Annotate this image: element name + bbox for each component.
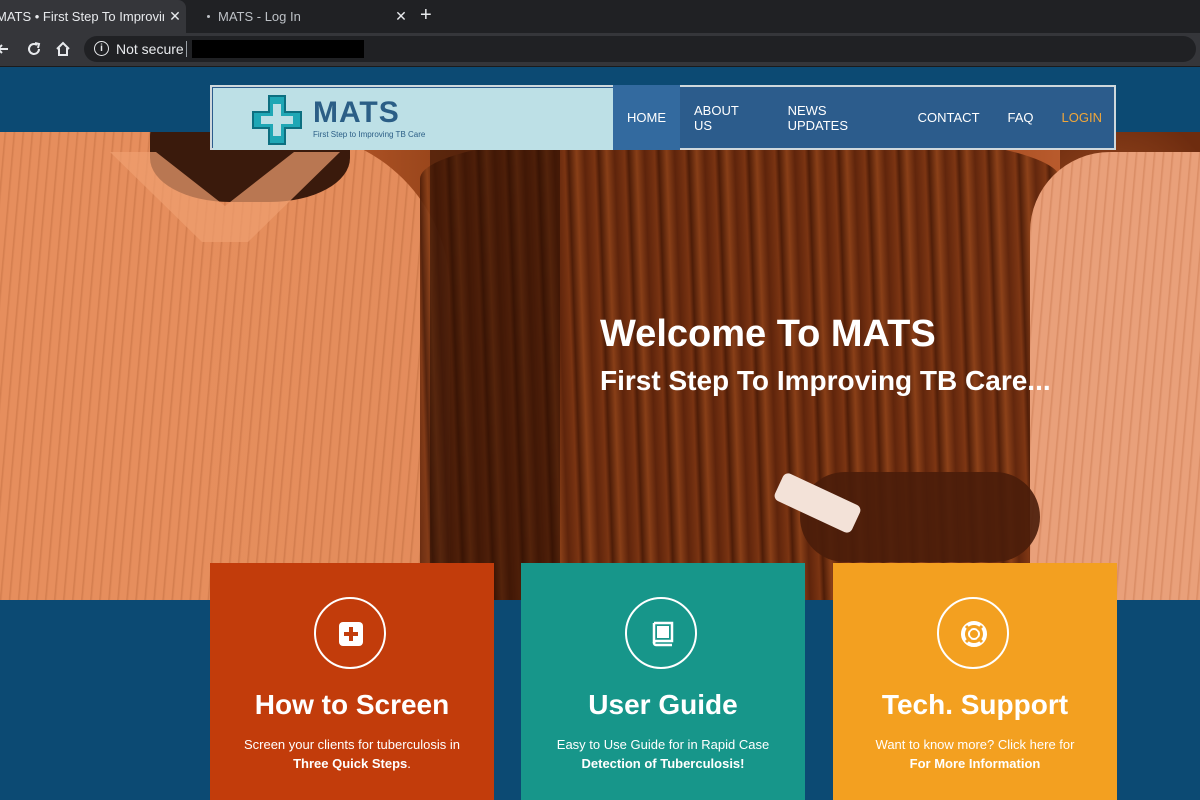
card-description: Screen your clients for tuberculosis in … — [210, 735, 494, 773]
browser-tab-bar: MATS • First Step To Improving T ✕ MATS … — [0, 0, 1200, 33]
nav-about-us[interactable]: ABOUT US — [680, 85, 774, 150]
redacted-url — [192, 40, 364, 58]
hero-banner: Welcome To MATS First Step To Improving … — [0, 132, 1200, 600]
tab-title: MATS - Log In — [218, 9, 301, 24]
card-title: User Guide — [588, 689, 738, 720]
nav-contact[interactable]: CONTACT — [904, 85, 994, 150]
tab-mats-login[interactable]: MATS - Log In ✕ — [190, 0, 412, 33]
tab-title: MATS • First Step To Improving T — [0, 9, 164, 24]
card-description: Easy to Use Guide for in Rapid Case Dete… — [521, 735, 805, 773]
reload-icon[interactable] — [26, 41, 42, 57]
back-arrow-icon[interactable] — [0, 42, 10, 56]
close-icon[interactable]: ✕ — [164, 8, 186, 25]
card-description-emphasis: Detection of Tuberculosis! — [581, 756, 745, 771]
favicon-icon — [207, 15, 210, 18]
tab-mats-home[interactable]: MATS • First Step To Improving T ✕ — [0, 0, 186, 33]
card-icon-circle — [625, 597, 697, 669]
site-logo[interactable]: MATS First Step to Improving TB Care — [213, 88, 613, 150]
new-tab-icon[interactable]: + — [420, 4, 432, 27]
how-to-screen-card[interactable]: How to Screen Screen your clients for tu… — [210, 563, 494, 800]
logo-tagline: First Step to Improving TB Care — [313, 130, 426, 139]
card-description-emphasis: Three Quick Steps — [293, 756, 408, 771]
site-header: MATS First Step to Improving TB Care HOM… — [210, 85, 1116, 150]
hero-title: Welcome To MATS — [600, 313, 936, 355]
address-bar[interactable]: i Not secure — [84, 36, 1196, 62]
close-icon[interactable]: ✕ — [390, 8, 412, 25]
nav-news-updates[interactable]: NEWS UPDATES — [774, 85, 904, 150]
info-icon[interactable]: i — [94, 41, 109, 56]
card-icon-circle — [314, 597, 386, 669]
user-guide-card[interactable]: User Guide Easy to Use Guide for in Rapi… — [521, 563, 805, 800]
card-description-line: Want to know more? Click here for — [875, 737, 1075, 752]
home-icon[interactable] — [55, 41, 71, 57]
web-page: Welcome To MATS First Step To Improving … — [0, 67, 1200, 800]
main-nav: HOME ABOUT US NEWS UPDATES CONTACT FAQ L… — [613, 85, 1116, 150]
life-ring-icon — [961, 621, 987, 647]
hero-subtitle: First Step To Improving TB Care... — [600, 365, 1051, 396]
card-description-line: Screen your clients for tuberculosis in — [243, 737, 461, 752]
card-description: Want to know more? Click here for For Mo… — [833, 735, 1117, 773]
divider — [186, 41, 187, 57]
browser-toolbar: i Not secure — [0, 33, 1200, 67]
card-description-line: Easy to Use Guide for in Rapid Case — [556, 737, 770, 752]
hero-photo-right-person — [1030, 152, 1200, 600]
book-icon — [652, 621, 674, 647]
plus-square-icon — [339, 622, 363, 646]
card-title: Tech. Support — [881, 689, 1069, 720]
nav-faq[interactable]: FAQ — [994, 85, 1048, 150]
nav-login[interactable]: LOGIN — [1048, 85, 1116, 150]
hero-photo-left-person — [0, 132, 450, 600]
medical-cross-logo-icon — [252, 95, 302, 145]
card-description-emphasis: For More Information — [909, 756, 1041, 771]
logo-wordmark: MATS — [313, 96, 400, 129]
security-label: Not secure — [116, 41, 184, 57]
hero-photo-shadow — [430, 132, 560, 600]
card-icon-circle — [937, 597, 1009, 669]
tech-support-card[interactable]: Tech. Support Want to know more? Click h… — [833, 563, 1117, 800]
card-description-suffix: . — [407, 756, 411, 771]
nav-home[interactable]: HOME — [613, 85, 680, 150]
card-title: How to Screen — [254, 689, 450, 720]
